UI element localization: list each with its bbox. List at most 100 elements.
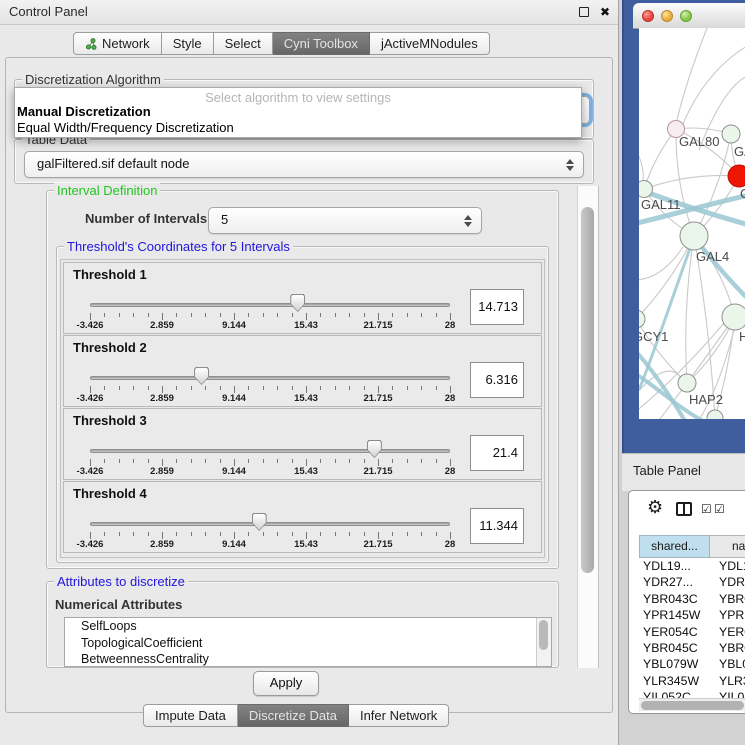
threshold-label: Threshold 4 xyxy=(73,486,147,501)
table-row[interactable]: YLR345WYLR3 xyxy=(639,673,745,689)
checkbox-icon[interactable]: ☑ xyxy=(714,502,725,516)
table-row[interactable]: YDL19...YDL1 xyxy=(639,558,745,574)
attribute-item-topologicalcoefficient[interactable]: TopologicalCoefficient xyxy=(65,635,551,652)
network-node-gcy1[interactable] xyxy=(639,310,645,328)
network-node-gal11[interactable] xyxy=(639,181,653,198)
tab-label: Discretize Data xyxy=(249,705,337,726)
network-node-h-node[interactable] xyxy=(722,304,745,330)
slider-tick xyxy=(191,459,192,463)
network-edge[interactable] xyxy=(639,247,683,280)
cell-name: YBL0 xyxy=(719,656,745,672)
slider-tick xyxy=(306,532,307,539)
float-icon[interactable] xyxy=(579,7,589,17)
slider-tick-label: 9.144 xyxy=(204,539,264,550)
numerical-attributes-list[interactable]: SelfLoopsTopologicalCoefficientBetweenne… xyxy=(64,617,552,667)
network-node-gal4[interactable] xyxy=(680,222,708,250)
tab-cyni-toolbox[interactable]: Cyni Toolbox xyxy=(273,32,370,55)
network-node-gal-right[interactable] xyxy=(722,125,740,143)
slider-tick xyxy=(133,313,134,317)
minimize-traffic-light-icon[interactable] xyxy=(661,10,673,22)
table-data-combobox[interactable]: galFiltered.sif default node xyxy=(24,151,584,178)
tab-select[interactable]: Select xyxy=(214,32,273,55)
slider-tick xyxy=(191,313,192,317)
attribute-item-selfloops[interactable]: SelfLoops xyxy=(65,618,551,635)
column-header-shared[interactable]: shared... xyxy=(639,535,710,558)
slider-thumb[interactable] xyxy=(194,367,209,385)
gear-icon[interactable]: ⚙ xyxy=(647,497,663,518)
table-row[interactable]: YDR27...YDR2 xyxy=(639,574,745,590)
tab-impute-data[interactable]: Impute Data xyxy=(143,704,238,727)
tab-jactivemnodules[interactable]: jActiveMNodules xyxy=(370,32,490,55)
table-row[interactable]: YBR043CYBR0 xyxy=(639,591,745,607)
table-row[interactable]: YER054CYER0 xyxy=(639,624,745,640)
threshold-value-field[interactable]: 11.344 xyxy=(470,508,524,544)
zoom-traffic-light-icon[interactable] xyxy=(680,10,692,22)
slider-tick xyxy=(220,532,221,536)
slider-tick xyxy=(407,532,408,536)
slider-tick xyxy=(277,532,278,536)
tab-label: Cyni Toolbox xyxy=(284,33,358,54)
dropdown-option-manual-discretization[interactable]: Manual Discretization xyxy=(15,104,581,120)
network-canvas[interactable]: GAL80GACGAL11GAL4GCY1HHAP2 xyxy=(639,28,745,419)
threshold-value-field[interactable]: 6.316 xyxy=(470,362,524,398)
network-edge[interactable] xyxy=(644,175,739,189)
columns-icon[interactable] xyxy=(676,502,692,516)
slider-tick-label: 15.43 xyxy=(276,466,336,477)
slider-tick xyxy=(176,532,177,536)
threshold-value-field[interactable]: 14.713 xyxy=(470,289,524,325)
checkbox-icon[interactable]: ☑ xyxy=(701,502,712,516)
threshold-label: Threshold 3 xyxy=(73,413,147,428)
slider-thumb[interactable] xyxy=(252,513,267,531)
tab-discretize-data[interactable]: Discretize Data xyxy=(238,704,349,727)
scrollbar-thumb[interactable] xyxy=(581,207,594,573)
dropdown-option-equal-width-frequency-discretization[interactable]: Equal Width/Frequency Discretization xyxy=(15,120,581,136)
slider-tick-label: 2.859 xyxy=(132,320,192,331)
slider-thumb[interactable] xyxy=(290,294,305,312)
slider-tick xyxy=(220,313,221,317)
network-edge[interactable] xyxy=(639,146,643,180)
slider-tick xyxy=(234,532,235,539)
slider-tick-label: 15.43 xyxy=(276,539,336,550)
table-row[interactable]: YPR145WYPR1 xyxy=(639,607,745,623)
slider-tick xyxy=(234,459,235,466)
network-node-bottom-node[interactable] xyxy=(707,410,723,419)
table-row[interactable]: YBR045CYBR0 xyxy=(639,640,745,656)
network-node-label: C xyxy=(740,186,745,201)
threshold-panel-2: Threshold 2-3.4262.8599.14415.4321.71528… xyxy=(63,335,542,407)
threshold-panel-3: Threshold 3-3.4262.8599.14415.4321.71528… xyxy=(63,408,542,480)
attribute-item-betweennesscentrality[interactable]: BetweennessCentrality xyxy=(65,651,551,667)
slider-tick xyxy=(191,386,192,390)
cell-shared-name: YBR043C xyxy=(643,591,698,607)
slider-tick xyxy=(407,386,408,390)
table-horizontal-scrollbar[interactable] xyxy=(639,698,745,711)
threshold-value-field[interactable]: 21.4 xyxy=(470,435,524,471)
network-edge[interactable] xyxy=(644,129,676,189)
slider-tick xyxy=(277,313,278,317)
apply-button[interactable]: Apply xyxy=(253,671,319,696)
slider-tick xyxy=(349,386,350,390)
tab-label: Style xyxy=(173,33,202,54)
settings-vertical-scrollbar[interactable] xyxy=(577,186,599,668)
tab-style[interactable]: Style xyxy=(162,32,214,55)
slider-track[interactable] xyxy=(90,376,450,380)
close-traffic-light-icon[interactable] xyxy=(642,10,654,22)
tab-infer-network[interactable]: Infer Network xyxy=(349,704,449,727)
slider-tick xyxy=(90,386,91,393)
network-node-hap2[interactable] xyxy=(678,374,696,392)
slider-thumb[interactable] xyxy=(367,440,382,458)
network-edge[interactable] xyxy=(677,28,709,120)
network-node-red-node[interactable] xyxy=(728,165,745,187)
slider-tick xyxy=(220,459,221,463)
slider-track[interactable] xyxy=(90,522,450,526)
close-icon[interactable]: ✖ xyxy=(600,4,610,20)
slider-track[interactable] xyxy=(90,303,450,307)
scrollbar-thumb[interactable] xyxy=(641,701,744,710)
slider-tick xyxy=(263,313,264,317)
table-row[interactable]: YBL079WYBL0 xyxy=(639,656,745,672)
slider-track[interactable] xyxy=(90,449,450,453)
tab-network[interactable]: Network xyxy=(73,32,162,55)
attributes-list-scrollbar[interactable] xyxy=(536,618,551,666)
slider-tick-label: -3.426 xyxy=(60,466,120,477)
number-of-intervals-combobox[interactable]: 5 xyxy=(208,207,482,234)
column-header-name[interactable]: na xyxy=(710,535,745,558)
